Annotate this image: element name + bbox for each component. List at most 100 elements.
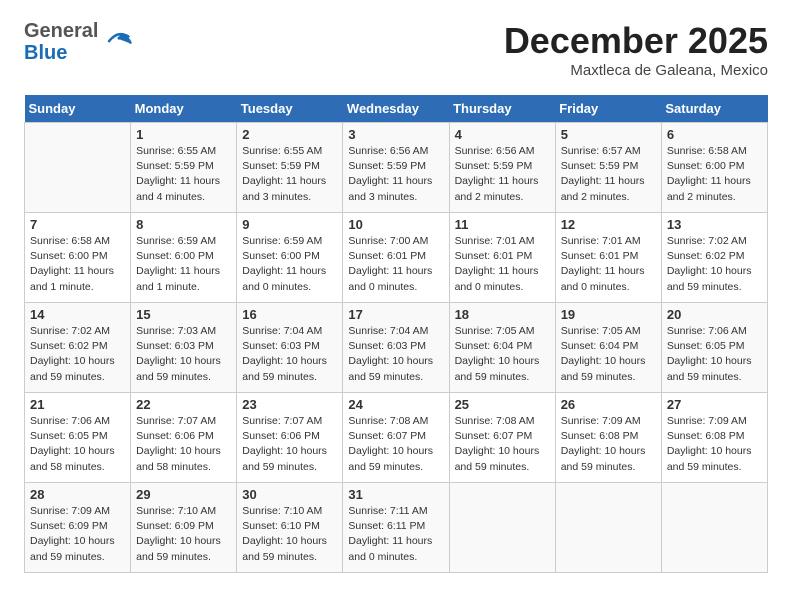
day-number: 12: [561, 217, 656, 232]
day-number: 31: [348, 487, 443, 502]
calendar-cell: 16 Sunrise: 7:04 AMSunset: 6:03 PMDayligh…: [237, 303, 343, 393]
day-number: 10: [348, 217, 443, 232]
day-info: Sunrise: 6:56 AMSunset: 5:59 PMDaylight:…: [455, 144, 550, 205]
day-info: Sunrise: 6:56 AMSunset: 5:59 PMDaylight:…: [348, 144, 443, 205]
calendar-cell: 23 Sunrise: 7:07 AMSunset: 6:06 PMDayligh…: [237, 393, 343, 483]
day-number: 15: [136, 307, 231, 322]
day-info: Sunrise: 7:05 AMSunset: 6:04 PMDaylight:…: [561, 324, 656, 385]
logo: General Blue: [24, 20, 134, 64]
header-thursday: Thursday: [449, 95, 555, 123]
day-info: Sunrise: 7:06 AMSunset: 6:05 PMDaylight:…: [30, 414, 125, 475]
calendar-cell: 21 Sunrise: 7:06 AMSunset: 6:05 PMDayligh…: [25, 393, 131, 483]
calendar-cell: 28Sunrise: 7:09 AMSunset: 6:09 PMDayligh…: [25, 483, 131, 573]
month-title: December 2025: [504, 20, 768, 62]
calendar-cell: 19 Sunrise: 7:05 AMSunset: 6:04 PMDayligh…: [555, 303, 661, 393]
calendar-cell: 25 Sunrise: 7:08 AMSunset: 6:07 PMDayligh…: [449, 393, 555, 483]
day-info: Sunrise: 7:09 AMSunset: 6:08 PMDaylight:…: [667, 414, 762, 475]
location-text: Maxtleca de Galeana, Mexico: [504, 62, 768, 79]
calendar-cell: 11 Sunrise: 7:01 AMSunset: 6:01 PMDayligh…: [449, 213, 555, 303]
calendar-cell: [555, 483, 661, 573]
day-info: Sunrise: 6:59 AMSunset: 6:00 PMDaylight:…: [242, 234, 337, 295]
calendar-cell: 12 Sunrise: 7:01 AMSunset: 6:01 PMDayligh…: [555, 213, 661, 303]
calendar-cell: 3Sunrise: 6:56 AMSunset: 5:59 PMDaylight…: [343, 123, 449, 213]
day-info: Sunrise: 6:58 AMSunset: 6:00 PMDaylight:…: [30, 234, 125, 295]
day-info: Sunrise: 6:55 AMSunset: 5:59 PMDaylight:…: [242, 144, 337, 205]
day-info: Sunrise: 7:01 AMSunset: 6:01 PMDaylight:…: [561, 234, 656, 295]
header-saturday: Saturday: [661, 95, 767, 123]
day-number: 9: [242, 217, 337, 232]
header-sunday: Sunday: [25, 95, 131, 123]
day-number: 21: [30, 397, 125, 412]
day-info: Sunrise: 6:55 AMSunset: 5:59 PMDaylight:…: [136, 144, 231, 205]
calendar-week-row: 28Sunrise: 7:09 AMSunset: 6:09 PMDayligh…: [25, 483, 768, 573]
day-info: Sunrise: 7:07 AMSunset: 6:06 PMDaylight:…: [242, 414, 337, 475]
day-number: 13: [667, 217, 762, 232]
logo-general-text: General: [24, 20, 98, 42]
header-monday: Monday: [131, 95, 237, 123]
day-info: Sunrise: 7:02 AMSunset: 6:02 PMDaylight:…: [667, 234, 762, 295]
day-info: Sunrise: 7:04 AMSunset: 6:03 PMDaylight:…: [348, 324, 443, 385]
day-info: Sunrise: 7:10 AMSunset: 6:10 PMDaylight:…: [242, 504, 337, 565]
day-info: Sunrise: 6:59 AMSunset: 6:00 PMDaylight:…: [136, 234, 231, 295]
day-number: 16: [242, 307, 337, 322]
day-number: 1: [136, 127, 231, 142]
calendar-cell: [25, 123, 131, 213]
day-number: 27: [667, 397, 762, 412]
day-number: 4: [455, 127, 550, 142]
day-info: Sunrise: 7:08 AMSunset: 6:07 PMDaylight:…: [455, 414, 550, 475]
day-number: 23: [242, 397, 337, 412]
calendar-cell: 30 Sunrise: 7:10 AMSunset: 6:10 PMDayligh…: [237, 483, 343, 573]
day-number: 7: [30, 217, 125, 232]
day-number: 17: [348, 307, 443, 322]
day-info: Sunrise: 7:07 AMSunset: 6:06 PMDaylight:…: [136, 414, 231, 475]
title-block: December 2025 Maxtleca de Galeana, Mexic…: [504, 20, 768, 79]
calendar-cell: 8 Sunrise: 6:59 AMSunset: 6:00 PMDaylight…: [131, 213, 237, 303]
calendar-cell: 18 Sunrise: 7:05 AMSunset: 6:04 PMDayligh…: [449, 303, 555, 393]
calendar-cell: 15Sunrise: 7:03 AMSunset: 6:03 PMDayligh…: [131, 303, 237, 393]
calendar-cell: 31Sunrise: 7:11 AMSunset: 6:11 PMDayligh…: [343, 483, 449, 573]
calendar-cell: 20Sunrise: 7:06 AMSunset: 6:05 PMDayligh…: [661, 303, 767, 393]
day-info: Sunrise: 7:09 AMSunset: 6:08 PMDaylight:…: [561, 414, 656, 475]
calendar-cell: 6Sunrise: 6:58 AMSunset: 6:00 PMDaylight…: [661, 123, 767, 213]
day-number: 19: [561, 307, 656, 322]
day-info: Sunrise: 7:09 AMSunset: 6:09 PMDaylight:…: [30, 504, 125, 565]
calendar-cell: 22 Sunrise: 7:07 AMSunset: 6:06 PMDayligh…: [131, 393, 237, 483]
calendar-cell: 7 Sunrise: 6:58 AMSunset: 6:00 PMDaylight…: [25, 213, 131, 303]
day-number: 29: [136, 487, 231, 502]
calendar-cell: 27 Sunrise: 7:09 AMSunset: 6:08 PMDayligh…: [661, 393, 767, 483]
day-info: Sunrise: 7:08 AMSunset: 6:07 PMDaylight:…: [348, 414, 443, 475]
day-info: Sunrise: 7:02 AMSunset: 6:02 PMDaylight:…: [30, 324, 125, 385]
calendar-week-row: 7 Sunrise: 6:58 AMSunset: 6:00 PMDaylight…: [25, 213, 768, 303]
calendar-week-row: 21 Sunrise: 7:06 AMSunset: 6:05 PMDayligh…: [25, 393, 768, 483]
header-tuesday: Tuesday: [237, 95, 343, 123]
day-number: 8: [136, 217, 231, 232]
day-number: 5: [561, 127, 656, 142]
day-info: Sunrise: 7:04 AMSunset: 6:03 PMDaylight:…: [242, 324, 337, 385]
calendar-cell: 5Sunrise: 6:57 AMSunset: 5:59 PMDaylight…: [555, 123, 661, 213]
calendar-cell: 10 Sunrise: 7:00 AMSunset: 6:01 PMDayligh…: [343, 213, 449, 303]
day-number: 26: [561, 397, 656, 412]
day-info: Sunrise: 7:05 AMSunset: 6:04 PMDaylight:…: [455, 324, 550, 385]
calendar-cell: 9 Sunrise: 6:59 AMSunset: 6:00 PMDaylight…: [237, 213, 343, 303]
logo-icon: [102, 26, 134, 58]
calendar-week-row: 14 Sunrise: 7:02 AMSunset: 6:02 PMDayligh…: [25, 303, 768, 393]
day-number: 14: [30, 307, 125, 322]
calendar-cell: [449, 483, 555, 573]
calendar-header-row: SundayMondayTuesdayWednesdayThursdayFrid…: [25, 95, 768, 123]
header-friday: Friday: [555, 95, 661, 123]
calendar-cell: 14 Sunrise: 7:02 AMSunset: 6:02 PMDayligh…: [25, 303, 131, 393]
day-number: 11: [455, 217, 550, 232]
day-number: 20: [667, 307, 762, 322]
day-number: 18: [455, 307, 550, 322]
day-number: 25: [455, 397, 550, 412]
header-wednesday: Wednesday: [343, 95, 449, 123]
calendar-cell: 29Sunrise: 7:10 AMSunset: 6:09 PMDayligh…: [131, 483, 237, 573]
calendar-cell: 24Sunrise: 7:08 AMSunset: 6:07 PMDayligh…: [343, 393, 449, 483]
day-info: Sunrise: 7:00 AMSunset: 6:01 PMDaylight:…: [348, 234, 443, 295]
day-number: 30: [242, 487, 337, 502]
calendar-cell: 17 Sunrise: 7:04 AMSunset: 6:03 PMDayligh…: [343, 303, 449, 393]
page-header: General Blue December 2025 Maxtleca de G…: [24, 20, 768, 79]
day-info: Sunrise: 7:01 AMSunset: 6:01 PMDaylight:…: [455, 234, 550, 295]
calendar-cell: 26 Sunrise: 7:09 AMSunset: 6:08 PMDayligh…: [555, 393, 661, 483]
day-number: 22: [136, 397, 231, 412]
